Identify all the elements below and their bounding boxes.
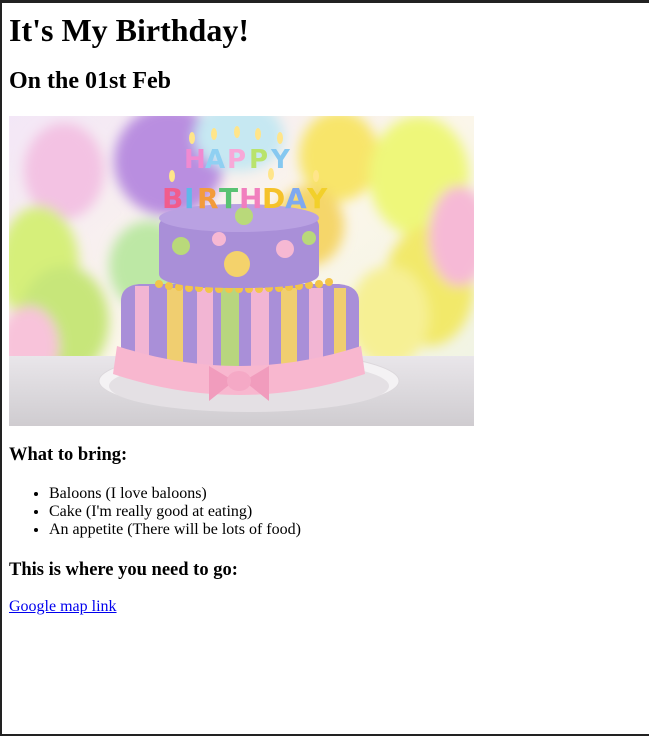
svg-text:A: A [205,145,226,175]
svg-text:D: D [262,182,285,215]
list-item: Cake (I'm really good at eating) [49,503,301,521]
page-title: It's My Birthday! [9,12,249,48]
svg-text:H: H [184,145,207,175]
location-heading: This is where you need to go: [9,560,238,580]
page-subtitle: On the 01st Feb [9,68,171,94]
svg-text:Y: Y [306,182,328,215]
svg-text:P: P [227,145,247,175]
google-map-link[interactable]: Google map link [9,598,117,616]
cake-illustration: H A P P Y B I R T H D A Y [9,116,474,426]
svg-text:R: R [197,182,219,215]
bring-heading: What to bring: [9,445,128,465]
svg-text:A: A [285,182,307,215]
bring-list: Baloons (I love baloons) Cake (I'm reall… [9,485,301,539]
svg-text:T: T [219,182,238,215]
svg-text:H: H [239,182,262,215]
list-item: Baloons (I love baloons) [49,485,301,503]
svg-text:P: P [249,145,269,175]
birthday-cake-image: H A P P Y B I R T H D A Y [9,116,474,426]
svg-text:I: I [184,182,194,215]
list-item: An appetite (There will be lots of food) [49,521,301,539]
svg-text:B: B [162,182,183,215]
